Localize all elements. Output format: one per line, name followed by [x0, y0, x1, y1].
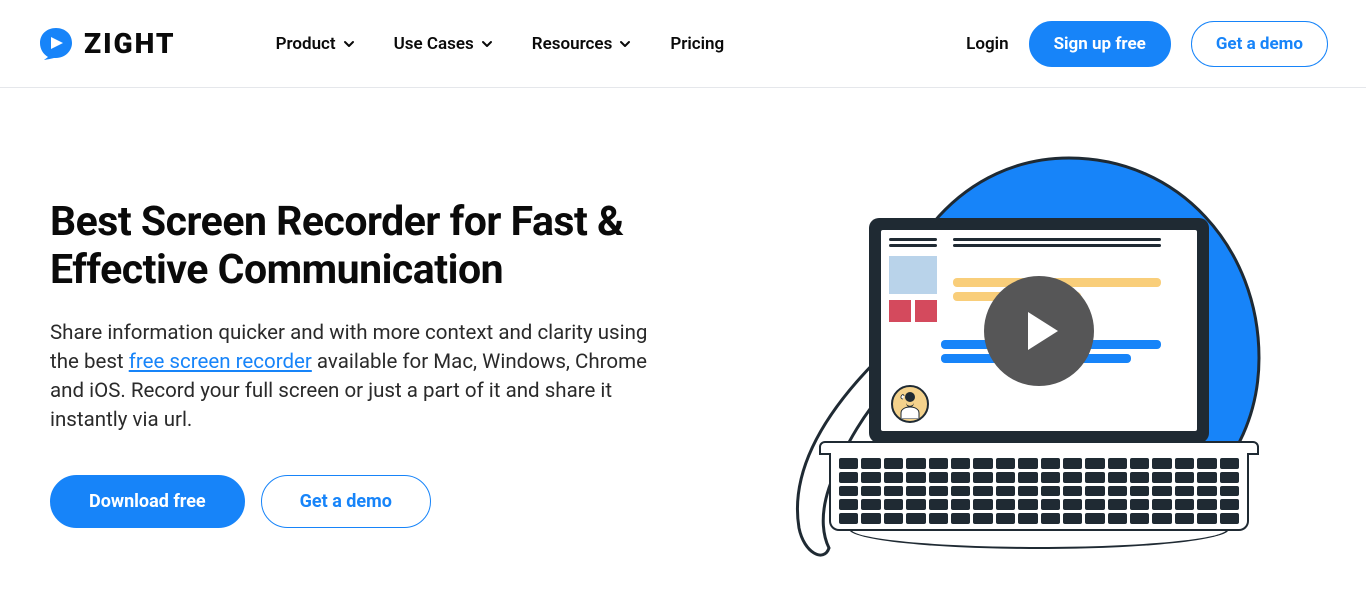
- nav-label: Use Cases: [394, 34, 474, 54]
- logo-icon: [38, 26, 74, 62]
- nav-item-resources[interactable]: Resources: [532, 34, 633, 54]
- get-demo-button-hero[interactable]: Get a demo: [261, 475, 431, 528]
- hero-title: Best Screen Recorder for Fast & Effectiv…: [50, 198, 690, 295]
- hero-content: Best Screen Recorder for Fast & Effectiv…: [50, 148, 690, 608]
- logo-text: ZIGHT: [84, 27, 176, 60]
- screen-content: [881, 230, 1197, 431]
- nav-label: Pricing: [670, 34, 724, 54]
- chevron-down-icon: [618, 37, 632, 51]
- laptop-illustration: [819, 218, 1259, 561]
- logo[interactable]: ZIGHT: [38, 26, 176, 62]
- illustration-wrap: [769, 148, 1289, 608]
- laptop-base: [819, 441, 1259, 561]
- chevron-down-icon: [480, 37, 494, 51]
- hero-subtitle: Share information quicker and with more …: [50, 319, 660, 435]
- hero-illustration: [730, 148, 1328, 608]
- header: ZIGHT Product Use Cases Resources Pricin…: [0, 0, 1366, 88]
- nav-item-use-cases[interactable]: Use Cases: [394, 34, 494, 54]
- nav-label: Product: [276, 34, 336, 54]
- nav-label: Resources: [532, 34, 613, 54]
- hero-section: Best Screen Recorder for Fast & Effectiv…: [0, 88, 1366, 608]
- download-free-button[interactable]: Download free: [50, 475, 245, 528]
- free-screen-recorder-link[interactable]: free screen recorder: [129, 350, 312, 374]
- nav-item-product[interactable]: Product: [276, 34, 356, 54]
- main-nav: Product Use Cases Resources Pricing: [276, 34, 725, 54]
- chevron-down-icon: [342, 37, 356, 51]
- hero-cta-row: Download free Get a demo: [50, 475, 690, 528]
- signup-button[interactable]: Sign up free: [1029, 21, 1171, 67]
- nav-item-pricing[interactable]: Pricing: [670, 34, 724, 54]
- laptop-screen: [869, 218, 1209, 443]
- login-link[interactable]: Login: [966, 34, 1008, 54]
- keyboard-icon: [829, 453, 1249, 531]
- get-demo-button[interactable]: Get a demo: [1191, 21, 1328, 67]
- header-actions: Login Sign up free Get a demo: [966, 21, 1328, 67]
- play-icon: [984, 276, 1094, 386]
- avatar-icon: [891, 385, 929, 423]
